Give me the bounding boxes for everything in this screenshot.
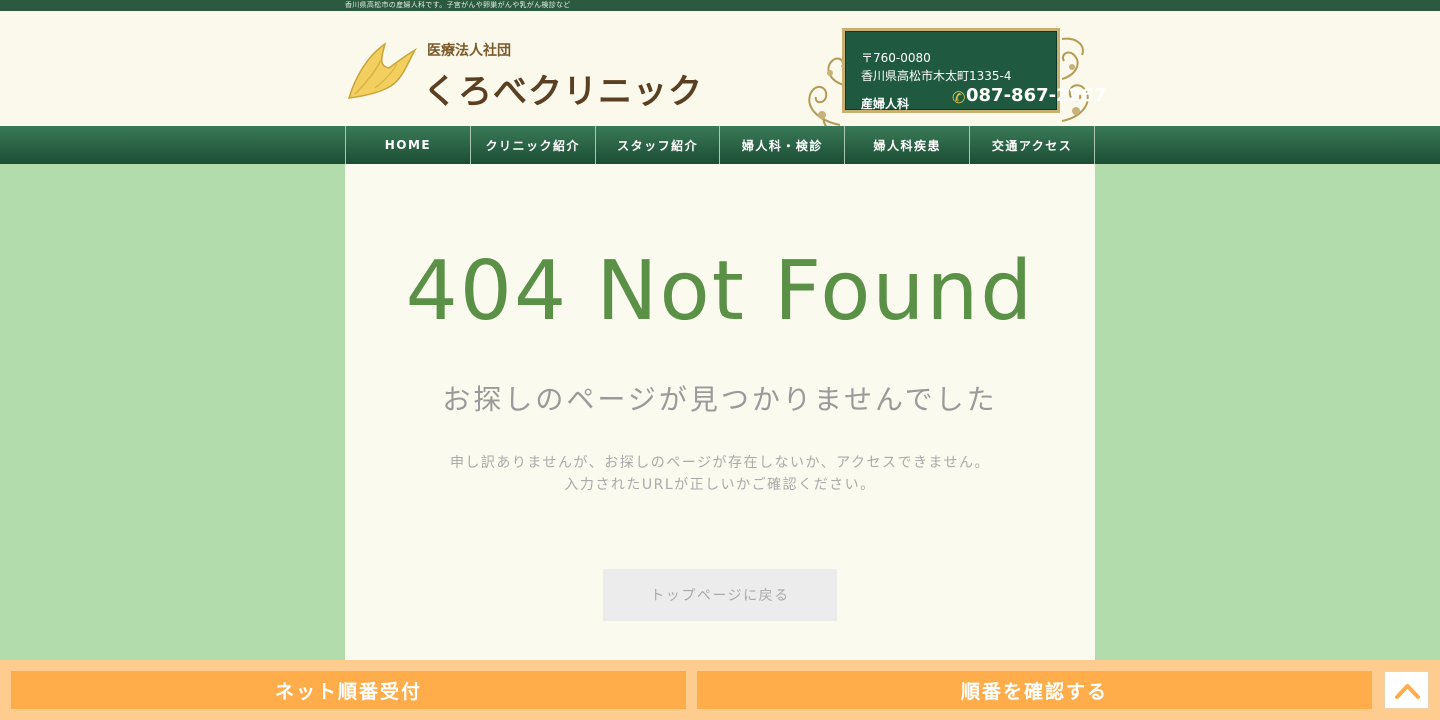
department-label: 産婦人科	[861, 97, 910, 111]
nav-item-access[interactable]: 交通アクセス	[970, 126, 1095, 164]
back-to-top-page-button[interactable]: トップページに戻る	[603, 569, 837, 621]
global-nav: HOME クリニック紹介 スタッフ紹介 婦人科・検診 婦人科疾患 交通アクセス	[0, 126, 1440, 164]
main-content: 404 Not Found お探しのページが見つかりませんでした 申し訳ありませ…	[345, 164, 1095, 660]
check-order-button[interactable]: 順番を確認する	[697, 671, 1372, 709]
nav-item-home[interactable]: HOME	[346, 126, 471, 164]
leaf-logo-icon	[347, 42, 417, 99]
chevron-up-icon	[1395, 684, 1420, 699]
contact-panel: 〒760-0080 香川県高松市木太町1335-4 産婦人科 ✆ 087-867…	[800, 25, 1106, 137]
site-header: 医療法人社団 くろべクリニック 〒760-0080 香川県高松市木太町1335-…	[0, 11, 1440, 136]
phone-icon: ✆	[952, 88, 966, 107]
error-message-line2: 入力されたURLが正しいかご確認ください。	[564, 477, 876, 493]
footer-bar: ネット順番受付 順番を確認する	[0, 660, 1440, 720]
phone-number[interactable]: 087-867-2267	[966, 85, 1106, 106]
nav-list: HOME クリニック紹介 スタッフ紹介 婦人科・検診 婦人科疾患 交通アクセス	[345, 126, 1095, 164]
clinic-name: くろべクリニック	[423, 72, 703, 112]
error-title: 404 Not Found	[405, 244, 1035, 339]
error-message-line1: 申し訳ありませんが、お探しのページが存在しないか、アクセスできません。	[449, 455, 991, 471]
error-subtitle: お探しのページが見つかりませんでした	[442, 383, 998, 416]
top-info-bar: 香川県高松市の産婦人科です。子宮がんや卵巣がんや乳がん検診など	[0, 0, 1440, 11]
address: 香川県高松市木太町1335-4	[861, 69, 1012, 83]
contact-board: 〒760-0080 香川県高松市木太町1335-4 産婦人科 ✆ 087-867…	[842, 28, 1106, 113]
postal-code: 〒760-0080	[861, 51, 931, 65]
site-logo[interactable]: 医療法人社団 くろべクリニック	[345, 38, 702, 118]
nav-item-staff[interactable]: スタッフ紹介	[596, 126, 721, 164]
logo-subtitle: 医療法人社団	[427, 43, 511, 59]
nav-item-clinic[interactable]: クリニック紹介	[471, 126, 596, 164]
nav-item-checkup[interactable]: 婦人科・検診	[720, 126, 846, 164]
site-description: 香川県高松市の産婦人科です。子宮がんや卵巣がんや乳がん検診など	[345, 1, 571, 9]
nav-item-diseases[interactable]: 婦人科疾患	[845, 126, 971, 164]
online-reception-button[interactable]: ネット順番受付	[11, 671, 686, 709]
scroll-to-top-button[interactable]	[1384, 671, 1429, 709]
